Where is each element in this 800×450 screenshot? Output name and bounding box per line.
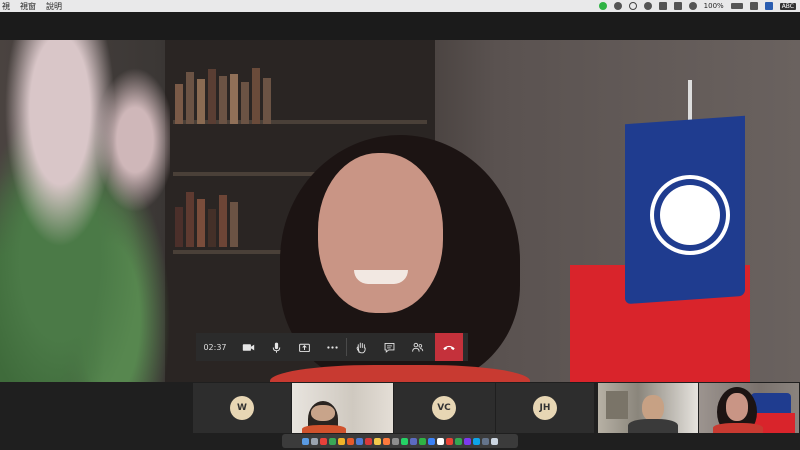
- chat-button[interactable]: [375, 333, 403, 361]
- volume-icon[interactable]: [749, 2, 758, 10]
- participant-tile-w[interactable]: W: [193, 383, 291, 433]
- microphone-button[interactable]: [262, 333, 290, 361]
- participant-video-tile[interactable]: [699, 383, 799, 433]
- user-switch-icon[interactable]: [658, 2, 667, 10]
- time-machine-icon[interactable]: [643, 2, 652, 10]
- menu-item-view[interactable]: 視: [2, 1, 10, 12]
- participants-icon: [411, 342, 423, 352]
- flower-plant-background: [0, 40, 170, 382]
- raise-hand-icon: [356, 342, 366, 353]
- participant-tile-jh[interactable]: JH: [496, 383, 594, 433]
- battery-percentage: 100%: [703, 2, 724, 10]
- whatsapp-icon[interactable]: [401, 437, 408, 445]
- app-icon[interactable]: [482, 437, 489, 445]
- app-icon[interactable]: [437, 437, 444, 445]
- app-icon[interactable]: [455, 437, 462, 445]
- participant-avatar: JH: [533, 396, 557, 420]
- wifi-icon[interactable]: [688, 2, 697, 10]
- menu-item-help[interactable]: 說明: [46, 1, 62, 12]
- line-icon[interactable]: [419, 437, 426, 445]
- app-icon[interactable]: [320, 437, 327, 445]
- more-options-button[interactable]: [318, 333, 346, 361]
- app-icon[interactable]: [347, 437, 354, 445]
- macos-dock: [282, 434, 518, 448]
- flag-background: [570, 80, 760, 382]
- video-camera-button[interactable]: [234, 333, 262, 361]
- chat-icon: [384, 342, 394, 353]
- hang-up-icon: [443, 345, 455, 351]
- participant-video-tile[interactable]: [292, 383, 393, 433]
- app-icon[interactable]: [464, 437, 471, 445]
- app-icon[interactable]: [428, 437, 435, 445]
- meeting-header-bar: [0, 12, 800, 40]
- menu-bar: 視 視窗 說明 100% ABC: [0, 0, 800, 12]
- app-icon[interactable]: [383, 437, 390, 445]
- app-icon[interactable]: [446, 437, 453, 445]
- airplay-icon[interactable]: [673, 2, 682, 10]
- call-timer: 02:37: [203, 342, 227, 352]
- hang-up-button[interactable]: [435, 333, 463, 361]
- finder-icon[interactable]: [302, 437, 309, 445]
- settings-icon[interactable]: [392, 437, 399, 445]
- participant-tile-vc[interactable]: VC: [394, 383, 495, 433]
- app-icon[interactable]: [338, 437, 345, 445]
- video-camera-icon: [242, 343, 254, 351]
- search-icon[interactable]: [628, 2, 637, 10]
- share-screen-icon: [298, 343, 310, 352]
- teams-icon[interactable]: [410, 437, 417, 445]
- microphone-icon: [272, 342, 280, 353]
- chrome-icon[interactable]: [329, 437, 336, 445]
- notes-icon[interactable]: [374, 437, 381, 445]
- keyboard-input-icon[interactable]: [764, 2, 773, 10]
- line-app-icon[interactable]: [598, 2, 607, 10]
- participant-video-tile[interactable]: [598, 383, 698, 433]
- app-icon[interactable]: [473, 437, 480, 445]
- status-menu-icon[interactable]: [613, 2, 622, 10]
- input-method-label[interactable]: ABC: [779, 2, 796, 10]
- participant-avatar: VC: [432, 396, 456, 420]
- battery-icon[interactable]: [730, 3, 743, 9]
- launchpad-icon[interactable]: [311, 437, 318, 445]
- app-icon[interactable]: [356, 437, 363, 445]
- call-control-bar: 02:37: [196, 333, 468, 361]
- app-icon[interactable]: [365, 437, 372, 445]
- participants-button[interactable]: [403, 333, 431, 361]
- share-screen-button[interactable]: [290, 333, 318, 361]
- trash-icon[interactable]: [491, 437, 498, 445]
- participant-avatar: W: [230, 396, 254, 420]
- more-options-icon: [326, 345, 338, 349]
- main-speaker-video: [0, 40, 800, 382]
- menu-item-window[interactable]: 視窗: [20, 1, 36, 12]
- raise-hand-button[interactable]: [347, 333, 375, 361]
